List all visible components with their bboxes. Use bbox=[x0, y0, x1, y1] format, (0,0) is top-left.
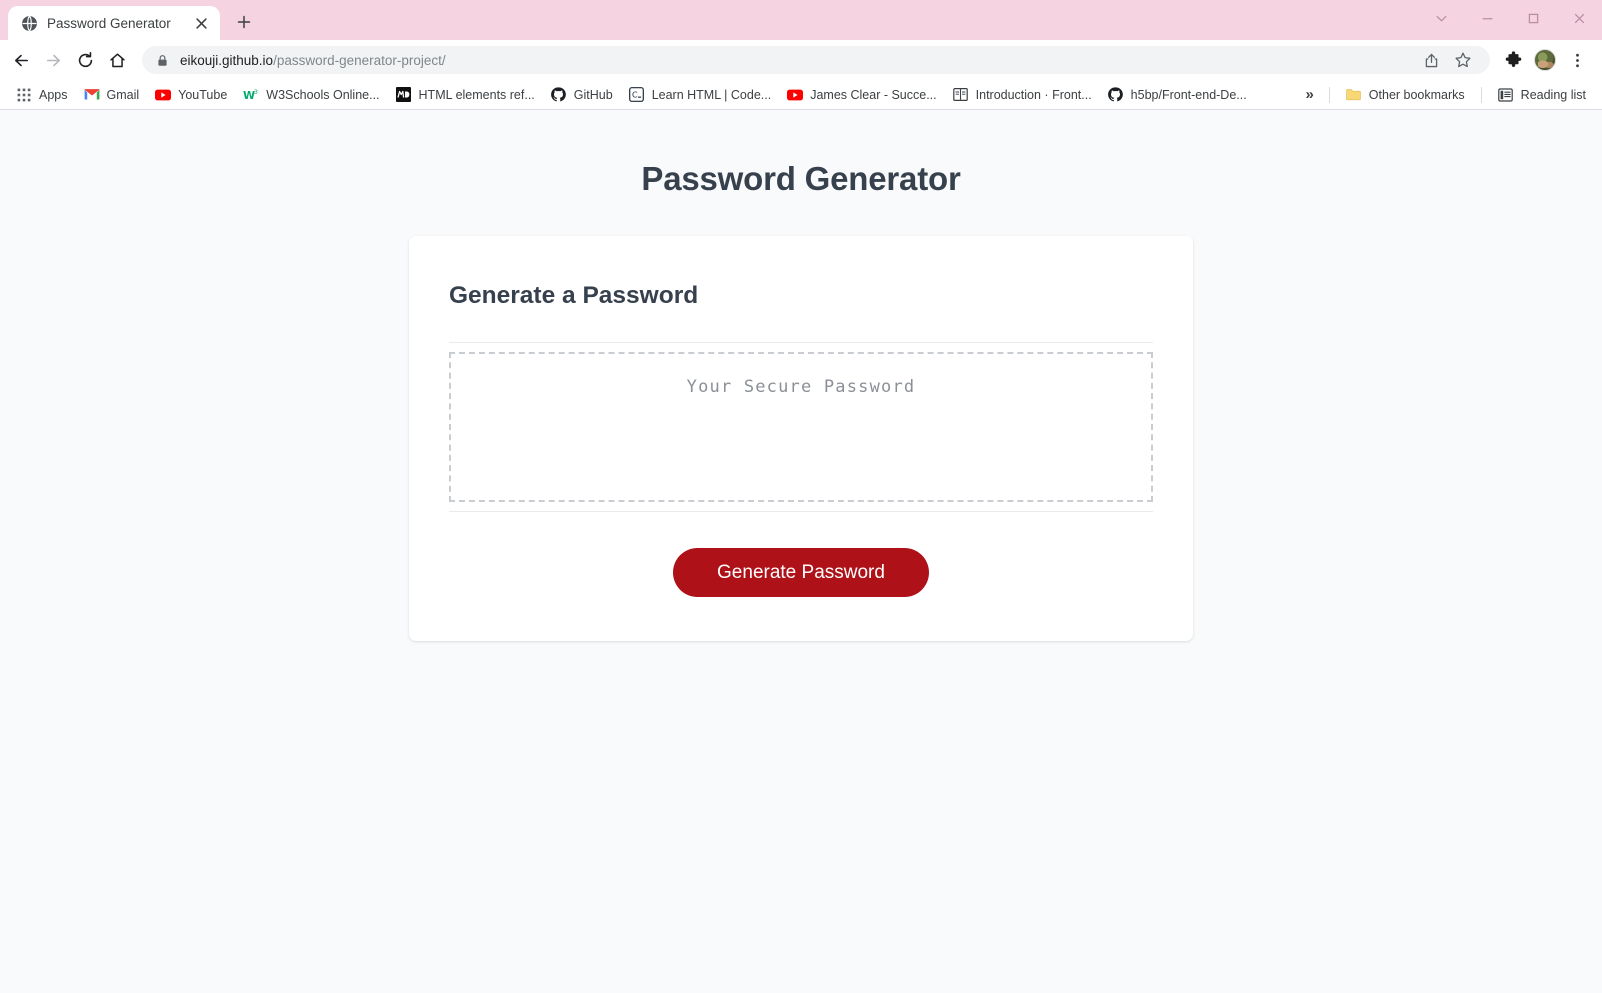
mdn-icon bbox=[396, 87, 412, 103]
gmail-icon bbox=[84, 87, 100, 103]
bookmark-label: W3Schools Online... bbox=[266, 87, 380, 102]
address-bar[interactable]: eikouji.github.io/password-generator-pro… bbox=[142, 46, 1490, 74]
url-path: /password-generator-project/ bbox=[273, 52, 446, 68]
codecademy-icon: C bbox=[629, 87, 645, 103]
home-icon[interactable] bbox=[102, 45, 132, 75]
divider bbox=[1328, 86, 1330, 103]
bookmark-gmail[interactable]: Gmail bbox=[76, 84, 148, 106]
window-controls bbox=[1418, 0, 1602, 36]
minimize-icon[interactable] bbox=[1464, 0, 1510, 36]
bookmark-other-bookmarks[interactable]: Other bookmarks bbox=[1338, 84, 1473, 106]
three-dot-menu-icon[interactable] bbox=[1562, 45, 1592, 75]
url-text: eikouji.github.io/password-generator-pro… bbox=[180, 53, 446, 68]
bookmark-html-elements[interactable]: HTML elements ref... bbox=[388, 84, 543, 106]
close-icon[interactable] bbox=[192, 14, 210, 32]
reload-icon[interactable] bbox=[70, 45, 100, 75]
bookmark-label: HTML elements ref... bbox=[418, 87, 535, 102]
bookmark-label: James Clear - Succe... bbox=[810, 87, 937, 102]
close-icon[interactable] bbox=[1556, 0, 1602, 36]
github-icon bbox=[551, 87, 567, 103]
reading-list-icon bbox=[1498, 87, 1514, 103]
bookmark-introduction-frontend[interactable]: Introduction · Front... bbox=[945, 84, 1100, 106]
title-bar: Password Generator bbox=[0, 0, 1602, 40]
divider-top bbox=[449, 342, 1153, 343]
generate-password-button[interactable]: Generate Password bbox=[673, 548, 929, 597]
bookmark-label: YouTube bbox=[178, 87, 228, 102]
forward-icon[interactable] bbox=[38, 45, 68, 75]
bookmark-label: Learn HTML | Code... bbox=[651, 87, 772, 102]
password-display[interactable]: Your Secure Password bbox=[449, 352, 1153, 502]
bookmark-learn-html[interactable]: C Learn HTML | Code... bbox=[621, 84, 780, 106]
svg-text:3: 3 bbox=[254, 89, 258, 96]
omnibox-actions bbox=[1416, 45, 1478, 75]
star-icon[interactable] bbox=[1448, 45, 1478, 75]
bookmark-label: Other bookmarks bbox=[1368, 87, 1465, 102]
bookmark-label: Introduction · Front... bbox=[975, 87, 1092, 102]
bookmark-label: Gmail bbox=[106, 87, 140, 102]
chevron-down-icon[interactable] bbox=[1418, 0, 1464, 36]
w3schools-icon: W 3 bbox=[243, 87, 259, 103]
button-row: Generate Password bbox=[449, 548, 1153, 597]
lock-icon bbox=[156, 54, 169, 67]
gitbook-icon bbox=[953, 87, 969, 103]
url-domain: eikouji.github.io bbox=[180, 52, 274, 68]
puzzle-icon[interactable] bbox=[1498, 45, 1528, 75]
tab-password-generator[interactable]: Password Generator bbox=[8, 6, 220, 40]
reading-list-button[interactable]: Reading list bbox=[1490, 84, 1594, 106]
divider-bottom bbox=[449, 511, 1153, 512]
card-heading: Generate a Password bbox=[449, 282, 699, 309]
bookmark-label: Reading list bbox=[1520, 87, 1586, 102]
new-tab-button[interactable] bbox=[229, 7, 259, 37]
bookmark-youtube[interactable]: YouTube bbox=[147, 84, 235, 106]
folder-icon bbox=[1346, 87, 1362, 103]
globe-icon bbox=[21, 15, 38, 32]
page-viewport: Password Generator Generate a Password Y… bbox=[0, 110, 1602, 993]
apps-grid-icon bbox=[16, 87, 32, 103]
tab-title: Password Generator bbox=[47, 15, 171, 31]
bookmark-label: h5bp/Front-end-De... bbox=[1130, 87, 1247, 102]
page-title: Password Generator bbox=[641, 160, 961, 197]
tab-strip: Password Generator bbox=[0, 0, 259, 40]
youtube-icon bbox=[787, 87, 804, 103]
youtube-icon bbox=[155, 87, 172, 103]
browser-window: Password Generator eikouji.github.io/pas… bbox=[0, 0, 1602, 993]
bookmark-label: GitHub bbox=[573, 87, 613, 102]
bookmark-label: Apps bbox=[39, 87, 68, 102]
bookmark-github[interactable]: GitHub bbox=[543, 84, 621, 106]
bookmark-w3schools[interactable]: W 3 W3Schools Online... bbox=[235, 84, 387, 106]
avatar[interactable] bbox=[1530, 45, 1560, 75]
bookmarks-bar: Apps Gmail YouTube W 3 W3Schools Online.… bbox=[0, 80, 1602, 110]
svg-text:C: C bbox=[632, 91, 638, 100]
maximize-icon[interactable] bbox=[1510, 0, 1556, 36]
bookmark-h5bp-frontend[interactable]: h5bp/Front-end-De... bbox=[1100, 84, 1255, 106]
password-placeholder: Your Secure Password bbox=[686, 377, 916, 397]
bookmarks-overflow-button[interactable]: » bbox=[1298, 84, 1320, 105]
github-icon bbox=[1108, 87, 1124, 103]
divider bbox=[1480, 86, 1482, 103]
password-generator-card: Generate a Password Your Secure Password… bbox=[409, 236, 1193, 641]
back-icon[interactable] bbox=[6, 45, 36, 75]
navigation-toolbar: eikouji.github.io/password-generator-pro… bbox=[0, 40, 1602, 80]
share-icon[interactable] bbox=[1416, 45, 1446, 75]
bookmark-apps[interactable]: Apps bbox=[8, 84, 76, 106]
bookmark-james-clear[interactable]: James Clear - Succe... bbox=[779, 84, 944, 106]
